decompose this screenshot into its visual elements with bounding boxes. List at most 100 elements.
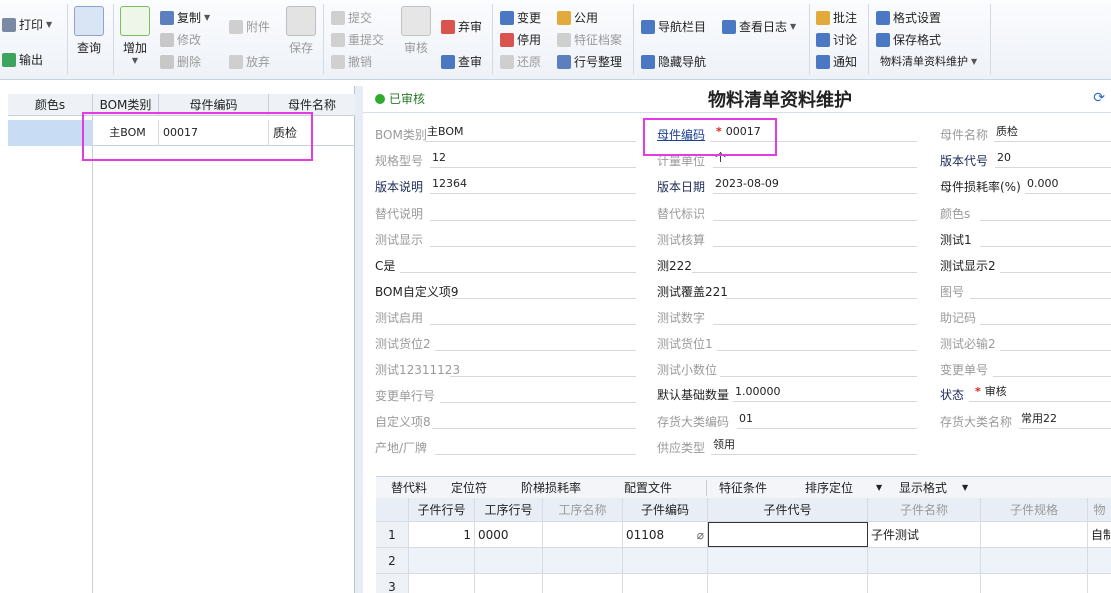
grid-cell[interactable] xyxy=(1088,548,1111,573)
feature-file-button[interactable]: 特征档案 xyxy=(557,31,622,48)
grid-cell[interactable] xyxy=(409,574,475,593)
table-row[interactable]: 3 xyxy=(376,574,1111,593)
table-row[interactable]: 1 1 0000 01108 ⌀ 子件测试 自制 xyxy=(376,522,1111,548)
grid-cell[interactable] xyxy=(708,574,868,593)
cell-child-spec[interactable] xyxy=(981,522,1088,547)
grid-cell[interactable] xyxy=(475,548,543,573)
sort-locate-button[interactable]: 排序定位 xyxy=(805,479,853,496)
field-state[interactable]: * 审核 xyxy=(969,382,1111,402)
field-default-base-qty[interactable]: 1.00000 xyxy=(733,382,917,402)
stop-button[interactable]: 停用 xyxy=(500,31,541,48)
format-settings-button[interactable]: 格式设置 xyxy=(876,9,941,26)
refresh-icon[interactable]: ⟳ xyxy=(1093,90,1105,106)
cell-child-name[interactable]: 子件测试 xyxy=(868,522,981,547)
cell-extra[interactable]: 自制 xyxy=(1088,522,1111,547)
field-color-s[interactable] xyxy=(980,201,1111,221)
field-custom8[interactable] xyxy=(432,409,636,429)
abandon-audit-button[interactable]: 弃审 xyxy=(441,18,482,35)
field-test1[interactable] xyxy=(980,227,1111,247)
grid-cell[interactable] xyxy=(623,548,708,573)
withdraw-button[interactable]: 撤销 xyxy=(331,53,372,70)
field-mnemonic[interactable] xyxy=(980,305,1111,325)
submit-button[interactable]: 提交 xyxy=(331,9,372,26)
row-organize-button[interactable]: 行号整理 xyxy=(557,53,622,70)
field-inv-cat-name[interactable]: 常用22 xyxy=(1019,409,1111,429)
delete-button[interactable]: 删除 xyxy=(160,53,201,70)
audit-button[interactable]: 审核 xyxy=(401,6,431,56)
resubmit-button[interactable]: 重提交 xyxy=(331,31,384,48)
form-menu-button[interactable]: 物料清单资料维护 ▼ xyxy=(880,53,977,69)
field-inv-cat-code[interactable]: 01 xyxy=(737,409,917,429)
field-spec[interactable]: 12 xyxy=(430,148,636,168)
column-header[interactable]: 子件编码 xyxy=(623,498,708,521)
panel-splitter[interactable] xyxy=(355,86,363,593)
column-header[interactable]: 颜色s xyxy=(8,94,93,116)
field-c-yes[interactable] xyxy=(400,253,636,273)
column-header[interactable]: 物 xyxy=(1088,498,1111,521)
grid-cell[interactable] xyxy=(409,548,475,573)
grid-cell[interactable] xyxy=(708,548,868,573)
attachment-button[interactable]: 附件 xyxy=(229,18,270,35)
table-row[interactable]: 2 xyxy=(376,548,1111,574)
column-header[interactable]: 子件代号 xyxy=(708,498,868,521)
substitute-button[interactable]: 替代料 xyxy=(391,479,427,496)
field-test-decimal[interactable] xyxy=(720,357,917,377)
field-alt-flag[interactable] xyxy=(713,201,917,221)
grid-cell[interactable] xyxy=(475,574,543,593)
restore-button[interactable]: 还原 xyxy=(500,53,541,70)
field-loss-rate[interactable]: 0.000 xyxy=(1025,174,1111,194)
field-test-display[interactable] xyxy=(430,227,636,247)
export-button[interactable]: 输出 xyxy=(2,51,43,68)
notify-button[interactable]: 通知 xyxy=(816,53,857,70)
cell-child-code[interactable]: 01108 ⌀ xyxy=(623,522,708,547)
change-button[interactable]: 变更 xyxy=(500,9,541,26)
print-button[interactable]: 打印 ▼ xyxy=(2,16,52,33)
discuss-button[interactable]: 讨论 xyxy=(816,31,857,48)
field-bom-custom9[interactable] xyxy=(452,279,636,299)
grid-cell[interactable] xyxy=(1088,574,1111,593)
check-audit-button[interactable]: 查审 xyxy=(441,53,482,70)
field-version-date[interactable]: 2023-08-09 xyxy=(713,174,917,194)
grid-cell[interactable] xyxy=(868,574,981,593)
cell-child-alias[interactable] xyxy=(708,522,868,547)
field-version-code[interactable]: 20 xyxy=(995,148,1111,168)
field-alt-desc[interactable] xyxy=(430,201,636,221)
field-test-cover221[interactable] xyxy=(725,279,917,299)
common-button[interactable]: 公用 xyxy=(557,9,598,26)
grid-cell[interactable] xyxy=(543,574,623,593)
field-test12311123[interactable] xyxy=(450,357,636,377)
feature-condition-button[interactable]: 特征条件 xyxy=(719,479,767,496)
grid-cell[interactable] xyxy=(543,548,623,573)
field-supply-type[interactable]: 领用 xyxy=(711,435,917,455)
grid-cell[interactable] xyxy=(868,548,981,573)
save-button[interactable]: 保存 xyxy=(286,6,316,56)
field-parent-name[interactable]: 质检 xyxy=(994,122,1111,142)
nav-bar-button[interactable]: 导航栏目 xyxy=(641,18,706,35)
add-button[interactable]: 增加 ▼ xyxy=(120,6,150,65)
chevron-down-icon[interactable]: ▼ xyxy=(962,483,968,492)
field-test-calc[interactable] xyxy=(713,227,917,247)
field-test-slot1[interactable] xyxy=(717,331,917,351)
step-loss-button[interactable]: 阶梯损耗率 xyxy=(521,479,581,496)
field-change-no[interactable] xyxy=(993,357,1111,377)
locator-button[interactable]: 定位符 xyxy=(451,479,487,496)
paperclip-icon[interactable]: ⌀ xyxy=(697,528,704,542)
modify-button[interactable]: 修改 xyxy=(160,31,201,48)
field-test-display2[interactable] xyxy=(1000,253,1111,273)
chevron-down-icon[interactable]: ▼ xyxy=(876,483,882,492)
field-version-desc[interactable]: 12364 xyxy=(430,174,636,194)
column-header[interactable]: 子件规格 xyxy=(981,498,1088,521)
grid-cell[interactable] xyxy=(981,574,1088,593)
column-header[interactable]: 子件行号 xyxy=(409,498,475,521)
discard-button[interactable]: 放弃 xyxy=(229,53,270,70)
field-drawing-no[interactable] xyxy=(970,279,1111,299)
field-ce222[interactable] xyxy=(692,253,917,273)
cell-op-line[interactable]: 0000 xyxy=(475,522,543,547)
field-origin-brand[interactable] xyxy=(435,435,636,455)
column-header[interactable]: 工序名称 xyxy=(543,498,623,521)
hide-nav-button[interactable]: 隐藏导航 xyxy=(641,53,706,70)
grid-cell[interactable] xyxy=(623,574,708,593)
cell-op-name[interactable] xyxy=(543,522,623,547)
field-bom-type[interactable]: 主BOM xyxy=(425,122,636,142)
view-log-button[interactable]: 查看日志 ▼ xyxy=(722,18,796,35)
